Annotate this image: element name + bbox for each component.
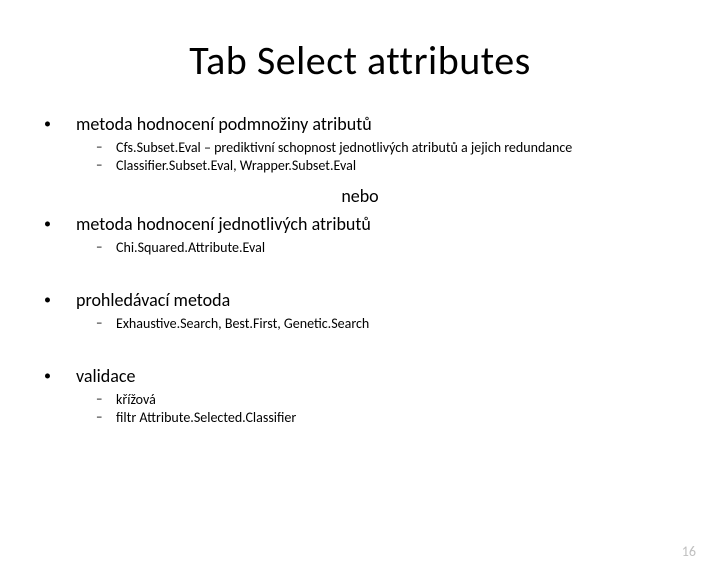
bullet-dot-icon: • bbox=[40, 365, 76, 387]
bullet-text: validace bbox=[76, 365, 135, 387]
dash-icon: – bbox=[96, 157, 116, 175]
slide-title: Tab Select attributes bbox=[0, 36, 720, 85]
sub-text: Chi.Squared.Attribute.Eval bbox=[116, 239, 265, 257]
bullet-dot-icon: • bbox=[40, 213, 76, 235]
sub-list: – Cfs.Subset.Eval – prediktivní schopnos… bbox=[96, 139, 680, 175]
bullet-dot-icon: • bbox=[40, 113, 76, 135]
sub-list: – Exhaustive.Search, Best.First, Genetic… bbox=[96, 315, 680, 333]
bullet-item: • prohledávací metoda bbox=[40, 289, 680, 311]
sub-text: Classifier.Subset.Eval, Wrapper.Subset.E… bbox=[116, 157, 356, 175]
bullet-text: metoda hodnocení podmnožiny atributů bbox=[76, 113, 372, 135]
bullet-text: prohledávací metoda bbox=[76, 289, 230, 311]
bullet-item: • validace bbox=[40, 365, 680, 387]
nebo-label: nebo bbox=[40, 185, 680, 207]
sub-item: – Classifier.Subset.Eval, Wrapper.Subset… bbox=[96, 157, 680, 175]
dash-icon: – bbox=[96, 409, 116, 427]
sub-item: – křížová bbox=[96, 391, 680, 409]
sub-item: – filtr Attribute.Selected.Classifier bbox=[96, 409, 680, 427]
sub-item: – Cfs.Subset.Eval – prediktivní schopnos… bbox=[96, 139, 680, 157]
bullet-text: metoda hodnocení jednotlivých atributů bbox=[76, 213, 371, 235]
bullet-item: • metoda hodnocení podmnožiny atributů bbox=[40, 113, 680, 135]
sub-item: – Exhaustive.Search, Best.First, Genetic… bbox=[96, 315, 680, 333]
slide-content: • metoda hodnocení podmnožiny atributů –… bbox=[0, 113, 720, 427]
sub-text: křížová bbox=[116, 391, 156, 409]
sub-text: Cfs.Subset.Eval – prediktivní schopnost … bbox=[116, 139, 572, 157]
dash-icon: – bbox=[96, 139, 116, 157]
sub-item: – Chi.Squared.Attribute.Eval bbox=[96, 239, 680, 257]
dash-icon: – bbox=[96, 315, 116, 333]
slide: Tab Select attributes • metoda hodnocení… bbox=[0, 36, 720, 576]
sub-list: – křížová – filtr Attribute.Selected.Cla… bbox=[96, 391, 680, 427]
bullet-dot-icon: • bbox=[40, 289, 76, 311]
sub-list: – Chi.Squared.Attribute.Eval bbox=[96, 239, 680, 257]
bullet-item: • metoda hodnocení jednotlivých atributů bbox=[40, 213, 680, 235]
page-number: 16 bbox=[682, 543, 696, 560]
sub-text: filtr Attribute.Selected.Classifier bbox=[116, 409, 296, 427]
sub-text: Exhaustive.Search, Best.First, Genetic.S… bbox=[116, 315, 369, 333]
dash-icon: – bbox=[96, 391, 116, 409]
dash-icon: – bbox=[96, 239, 116, 257]
